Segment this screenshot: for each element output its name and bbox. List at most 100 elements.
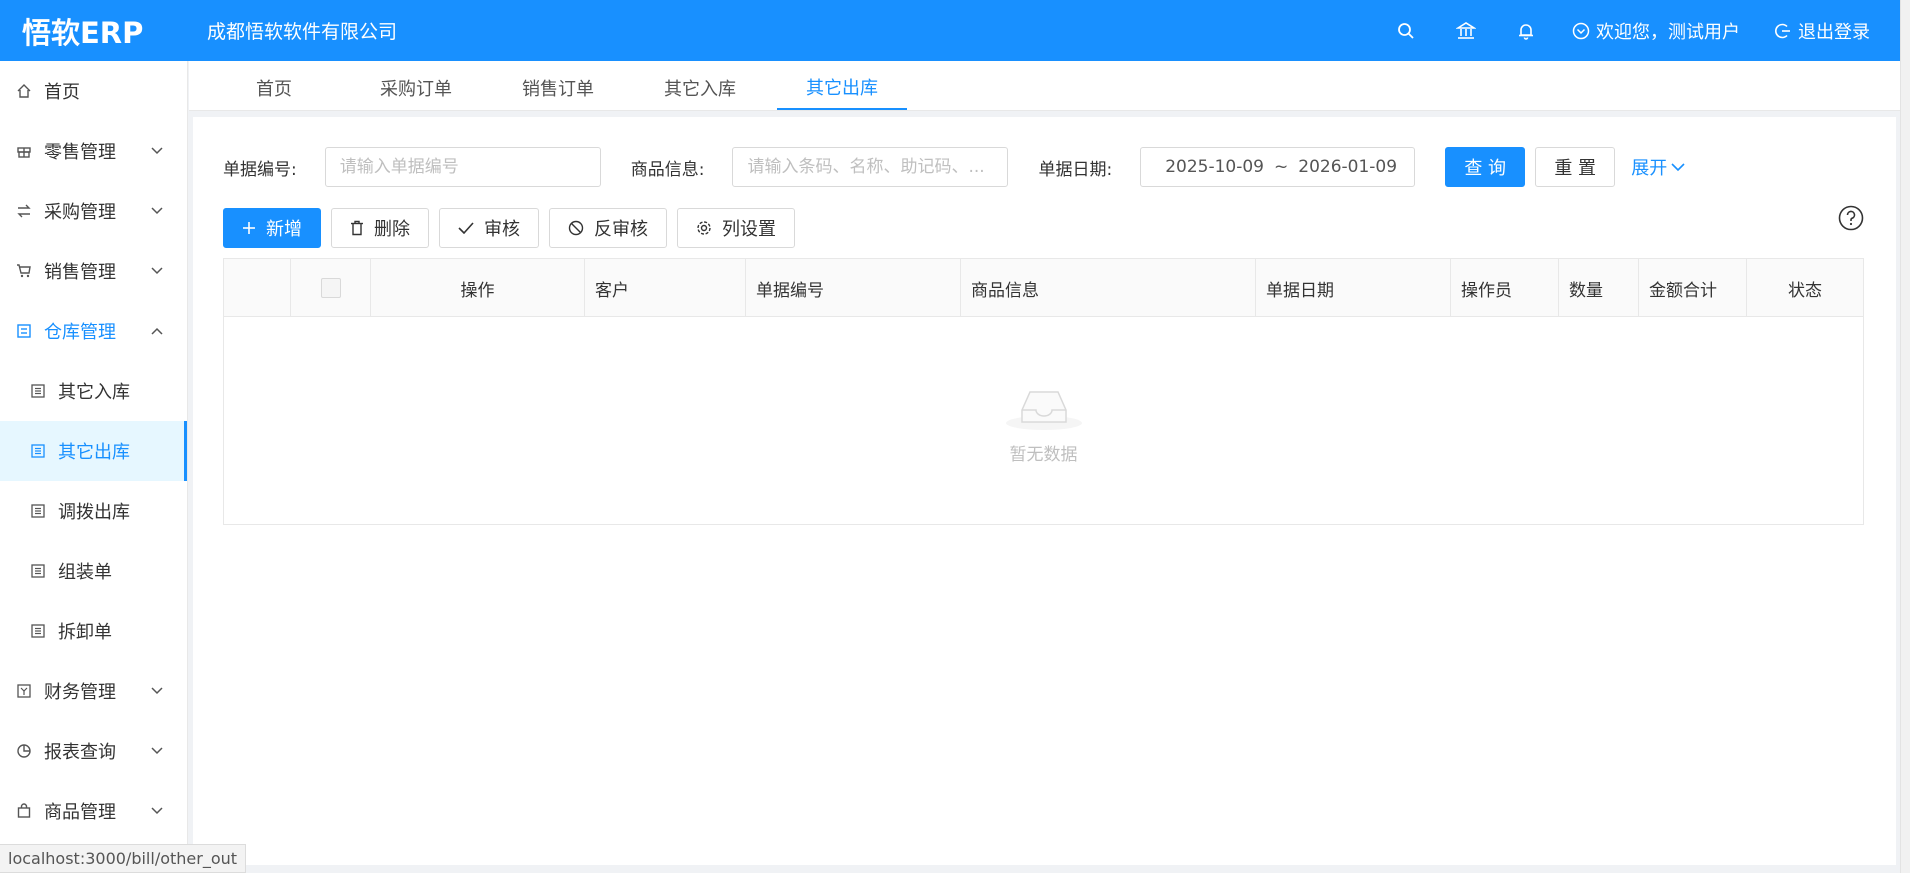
delete-button[interactable]: 删除 (331, 208, 429, 248)
search-icon[interactable] (1376, 0, 1436, 61)
sidebar-item-label: 商品管理 (44, 802, 116, 823)
add-button[interactable]: 新增 (223, 208, 321, 248)
page-tabs: 首页 采购订单 销售订单 其它入库 其它出库 (189, 61, 1900, 111)
plus-icon (243, 222, 255, 234)
action-toolbar: 新增 删除 审核 反审核 列设置 (223, 208, 795, 248)
sidebar-item-retail[interactable]: 零售管理 (0, 121, 187, 181)
table-header-cell[interactable]: 数量 (1559, 259, 1639, 317)
list-icon (28, 381, 48, 401)
sidebar-item-home[interactable]: 首页 (0, 61, 187, 121)
sidebar-item-purchase[interactable]: 采购管理 (0, 181, 187, 241)
sidebar-item-label: 报表查询 (44, 742, 116, 763)
sidebar-item-label: 销售管理 (44, 262, 116, 283)
sidebar-item-label: 首页 (44, 82, 80, 103)
delete-label: 删除 (374, 219, 410, 240)
bell-icon[interactable] (1496, 0, 1556, 61)
table-header-cell[interactable]: 操作员 (1451, 259, 1559, 317)
logout-button[interactable]: 退出登录 (1774, 18, 1870, 44)
column-settings-button[interactable]: 列设置 (677, 208, 795, 248)
reset-button[interactable]: 重 置 (1535, 147, 1616, 187)
tab-other-in[interactable]: 其它入库 (635, 66, 765, 110)
sidebar-item-reports[interactable]: 报表查询 (0, 721, 187, 781)
logout-icon (1775, 23, 1790, 38)
search-form: 单据编号: 商品信息: 单据日期: 2025-10-09 ~ 2026-01-0… (223, 147, 1873, 187)
sidebar-item-warehouse[interactable]: 仓库管理 (0, 301, 187, 361)
tab-sales-order[interactable]: 销售订单 (493, 66, 623, 110)
check-icon (458, 222, 474, 234)
sidebar-item-other-in[interactable]: 其它入库 (0, 361, 187, 421)
table-header-cell[interactable]: 客户 (585, 259, 746, 317)
user-menu[interactable]: 欢迎您，测试用户 (1572, 18, 1740, 44)
empty-text: 暂无数据 (1009, 445, 1078, 465)
table-header-cell[interactable]: 单据日期 (1256, 259, 1451, 317)
warehouse-icon (14, 321, 34, 341)
bag-icon (14, 801, 34, 821)
table-header-cell[interactable]: 商品信息 (961, 259, 1256, 317)
chevron-down-icon (1671, 162, 1685, 171)
table-header-cell[interactable]: 单据编号 (746, 259, 961, 317)
audit-button[interactable]: 审核 (439, 208, 539, 248)
expand-label: 展开 (1631, 158, 1668, 179)
sidebar-item-sales[interactable]: 销售管理 (0, 241, 187, 301)
unaudit-button[interactable]: 反审核 (549, 208, 667, 248)
select-all-checkbox[interactable] (320, 278, 341, 298)
header-actions: 欢迎您，测试用户 退出登录 (1376, 0, 1900, 61)
table-header-cell[interactable]: 操作 (371, 259, 585, 317)
sidebar-item-goods[interactable]: 商品管理 (0, 781, 187, 841)
expand-link[interactable]: 展开 (1631, 154, 1685, 180)
help-icon[interactable] (1838, 205, 1864, 236)
sidebar-item-label: 拆卸单 (58, 622, 112, 643)
gear-icon (697, 221, 711, 235)
sidebar-item-label: 组装单 (58, 562, 112, 583)
sidebar-item-assembly[interactable]: 组装单 (0, 541, 187, 601)
chevron-down-icon (149, 807, 165, 815)
date-range-picker[interactable]: 2025-10-09 ~ 2026-01-09 (1140, 147, 1416, 187)
sidebar-item-disassembly[interactable]: 拆卸单 (0, 601, 187, 661)
home-icon (14, 81, 34, 101)
list-icon (28, 621, 48, 641)
bank-icon[interactable] (1436, 0, 1496, 61)
empty-state: 暂无数据 (224, 317, 1863, 524)
swap-icon (14, 201, 34, 221)
sidebar-item-label: 其它入库 (58, 382, 130, 403)
table-header-select (291, 259, 371, 317)
bill-table: 操作 客户 单据编号 商品信息 单据日期 操作员 数量 金额合计 状态 暂无数据 (223, 258, 1864, 525)
bill-no-label: 单据编号: (223, 159, 297, 180)
bill-no-input[interactable] (324, 147, 601, 187)
table-header-index (224, 259, 291, 317)
sidebar-item-finance[interactable]: 财务管理 (0, 661, 187, 721)
query-button[interactable]: 查 询 (1445, 147, 1526, 187)
list-icon (28, 501, 48, 521)
date-separator: ~ (1274, 157, 1289, 177)
sidebar-item-transfer-out[interactable]: 调拨出库 (0, 481, 187, 541)
tab-other-out[interactable]: 其它出库 (777, 66, 907, 110)
table-header-cell[interactable]: 金额合计 (1639, 259, 1747, 317)
chevron-down-icon (149, 747, 165, 755)
tab-purchase-order[interactable]: 采购订单 (351, 66, 481, 110)
sidebar: 首页 零售管理 采购管理 销售管理 仓库管理 其它入库 其它出库 调拨出库 组装… (0, 61, 188, 873)
table-header: 操作 客户 单据编号 商品信息 单据日期 操作员 数量 金额合计 状态 (224, 259, 1863, 317)
cart-icon (14, 261, 34, 281)
gift-icon (14, 141, 34, 161)
goods-input[interactable] (732, 147, 1009, 187)
app-logo[interactable]: 悟软ERP (0, 10, 190, 52)
logout-label: 退出登录 (1798, 21, 1870, 43)
page-scrollbar[interactable] (1900, 0, 1910, 873)
goods-label: 商品信息: (630, 159, 705, 180)
stop-icon (568, 220, 584, 236)
pie-icon (14, 741, 34, 761)
company-name: 成都悟软软件有限公司 (207, 21, 398, 43)
date-end: 2026-01-09 (1298, 157, 1398, 177)
top-header: 悟软ERP 成都悟软软件有限公司 欢迎您，测试用户 退出登录 (0, 0, 1900, 61)
welcome-text: 欢迎您，测试用户 (1596, 21, 1740, 43)
chevron-up-icon (149, 327, 165, 335)
sidebar-item-other-out[interactable]: 其它出库 (0, 421, 187, 481)
chevron-down-icon (149, 147, 165, 155)
table-header-cell[interactable]: 状态 (1747, 259, 1863, 317)
trash-icon (351, 220, 363, 236)
status-bar-url: localhost:3000/bill/other_out (0, 844, 247, 873)
chevron-down-icon (149, 267, 165, 275)
tab-home[interactable]: 首页 (209, 66, 339, 110)
sidebar-item-label: 仓库管理 (44, 322, 116, 343)
date-start: 2025-10-09 (1165, 157, 1264, 177)
